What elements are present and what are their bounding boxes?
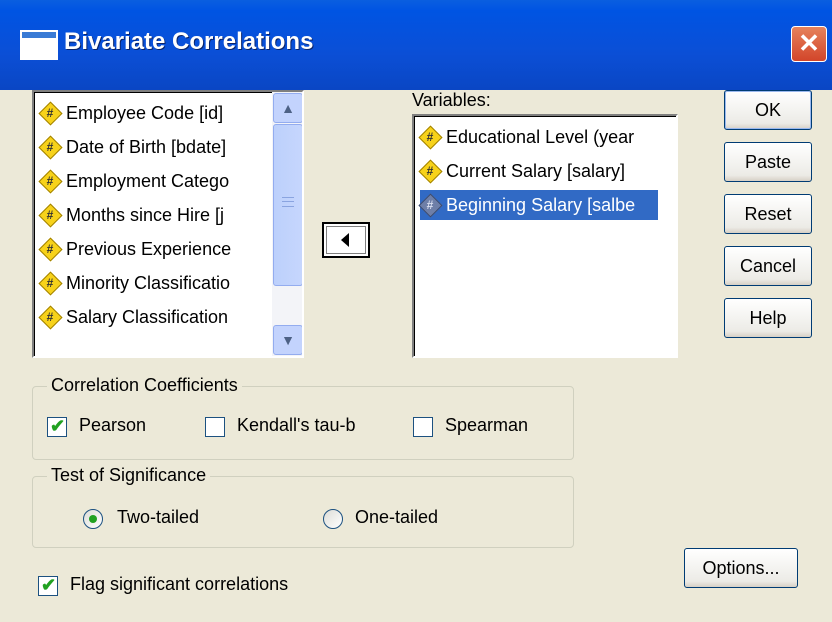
- list-item[interactable]: # Months since Hire [j: [38, 200, 224, 230]
- variables-label: Variables:: [412, 90, 491, 110]
- scale-variable-icon: #: [38, 271, 63, 296]
- scale-variable-icon: #: [38, 305, 63, 330]
- group-legend: Correlation Coefficients: [47, 375, 242, 396]
- variables-list[interactable]: # Educational Level (year # Current Sala…: [412, 114, 678, 358]
- scale-variable-icon: #: [38, 101, 63, 126]
- kendall-label[interactable]: Kendall's tau-b: [237, 415, 356, 436]
- pearson-checkbox[interactable]: ✔: [47, 416, 67, 437]
- dialog-body: # Employee Code [id] # Date of Birth [bd…: [0, 90, 832, 622]
- options-button[interactable]: Options...: [684, 548, 798, 588]
- chevron-up-icon: ▲: [281, 100, 295, 116]
- source-variable-list[interactable]: # Employee Code [id] # Date of Birth [bd…: [32, 90, 304, 358]
- grip-icon: [282, 197, 294, 207]
- list-item[interactable]: # Previous Experience: [38, 234, 231, 264]
- scroll-up-button[interactable]: ▲: [273, 93, 302, 123]
- scroll-thumb[interactable]: [273, 124, 302, 286]
- move-variable-button[interactable]: [322, 222, 370, 258]
- list-item[interactable]: # Employee Code [id]: [38, 98, 223, 128]
- list-item[interactable]: # Employment Catego: [38, 166, 229, 196]
- scale-variable-icon: #: [418, 125, 443, 150]
- pearson-label[interactable]: Pearson: [79, 415, 146, 436]
- paste-button[interactable]: Paste: [724, 142, 812, 182]
- reset-button[interactable]: Reset: [724, 194, 812, 234]
- kendall-checkbox[interactable]: [205, 417, 225, 437]
- correlation-coefficients-group: Correlation Coefficients ✔ Pearson Kenda…: [32, 375, 574, 460]
- scale-variable-icon: #: [418, 159, 443, 184]
- close-button[interactable]: ✕: [791, 26, 827, 62]
- one-tailed-radio[interactable]: [323, 509, 343, 529]
- scale-variable-icon: #: [418, 193, 443, 218]
- scale-variable-icon: #: [38, 169, 63, 194]
- list-item[interactable]: # Minority Classificatio: [38, 268, 230, 298]
- scroll-down-button[interactable]: ▼: [273, 325, 302, 355]
- list-item[interactable]: # Salary Classification: [38, 302, 228, 332]
- vertical-scrollbar[interactable]: ▲ ▼: [272, 92, 302, 356]
- list-item[interactable]: # Educational Level (year: [418, 122, 634, 152]
- list-item[interactable]: # Current Salary [salary]: [418, 156, 625, 186]
- scale-variable-icon: #: [38, 203, 63, 228]
- scale-variable-icon: #: [38, 135, 63, 160]
- check-icon: ✔: [41, 575, 57, 595]
- two-tailed-label[interactable]: Two-tailed: [117, 507, 199, 528]
- spearman-checkbox[interactable]: [413, 417, 433, 437]
- title-bar: Bivariate Correlations ✕: [0, 0, 832, 90]
- window-icon: [20, 30, 58, 60]
- test-of-significance-group: Test of Significance Two-tailed One-tail…: [32, 465, 574, 548]
- cancel-button[interactable]: Cancel: [724, 246, 812, 286]
- arrow-left-icon: [341, 233, 349, 247]
- chevron-down-icon: ▼: [281, 332, 295, 348]
- one-tailed-label[interactable]: One-tailed: [355, 507, 438, 528]
- window-title: Bivariate Correlations: [64, 28, 314, 55]
- close-icon: ✕: [798, 28, 820, 58]
- spearman-label[interactable]: Spearman: [445, 415, 528, 436]
- scale-variable-icon: #: [38, 237, 63, 262]
- list-item[interactable]: # Date of Birth [bdate]: [38, 132, 226, 162]
- ok-button[interactable]: OK: [724, 90, 812, 130]
- radio-dot-icon: [89, 515, 97, 523]
- flag-significant-checkbox[interactable]: ✔: [38, 575, 58, 596]
- help-button[interactable]: Help: [724, 298, 812, 338]
- group-legend: Test of Significance: [47, 465, 211, 486]
- list-item-selected[interactable]: # Beginning Salary [salbe: [418, 190, 658, 220]
- flag-significant-label[interactable]: Flag significant correlations: [70, 574, 288, 595]
- two-tailed-radio[interactable]: [83, 509, 103, 529]
- check-icon: ✔: [50, 416, 66, 436]
